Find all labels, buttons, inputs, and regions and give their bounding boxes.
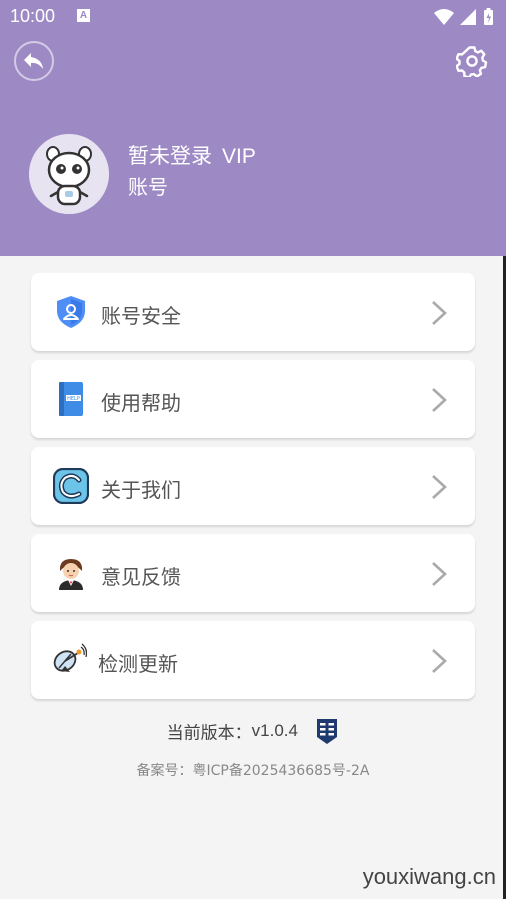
help-book-icon: HELP [59,382,83,416]
menu-item-label: 关于我们 [101,478,181,502]
notification-icon: A [77,9,90,22]
chevron-right-icon [432,388,447,412]
icp-record[interactable]: 备案号：粤ICP备2025436685号-2A [0,760,506,780]
back-button[interactable] [14,41,54,81]
gear-icon [456,46,488,77]
svg-text:HELP: HELP [67,396,80,402]
settings-button[interactable] [455,44,489,78]
satellite-icon [53,643,87,672]
account-label: 账号 [128,175,168,199]
version-prefix: 当前版本： [166,723,252,744]
profile-header [0,0,506,256]
vip-label: VIP [222,145,256,168]
menu-item-account-security[interactable]: 账号安全 [31,273,475,351]
chevron-right-icon [432,562,447,586]
user-name[interactable]: 暂未登录 VIP [128,140,256,170]
menu-item-feedback[interactable]: 意见反馈 [31,534,475,612]
watermark: youxiwang.cn [362,864,496,889]
settings-menu: 账号安全 HELP 使用帮助 关于我们 意见反馈 检测更新 [31,273,475,708]
status-icons [434,8,493,25]
status-bar: 10:00 A [0,0,506,34]
chevron-right-icon [432,649,447,673]
shield-user-icon [57,296,85,328]
panda-robot-icon [29,134,109,214]
undo-icon [24,53,43,69]
status-time: 10:00 [10,6,56,26]
service-agent-icon [59,559,83,590]
wifi-icon [434,9,454,25]
version-info: 当前版本：v1.0.4 [0,717,506,745]
menu-item-label: 账号安全 [101,304,181,328]
menu-item-label: 意见反馈 [101,565,181,589]
app-badge-icon [317,719,338,744]
version-number: v1.0.4 [251,721,298,740]
menu-item-label: 使用帮助 [101,391,181,415]
login-status: 暂未登录 [128,144,212,168]
signal-icon [460,9,476,25]
chevron-right-icon [432,475,447,499]
menu-item-check-update[interactable]: 检测更新 [31,621,475,699]
chevron-right-icon [432,301,447,325]
menu-item-about-us[interactable]: 关于我们 [31,447,475,525]
c-logo-icon [53,468,89,504]
avatar[interactable] [29,134,109,214]
menu-item-label: 检测更新 [98,652,178,676]
menu-item-help[interactable]: HELP 使用帮助 [31,360,475,438]
